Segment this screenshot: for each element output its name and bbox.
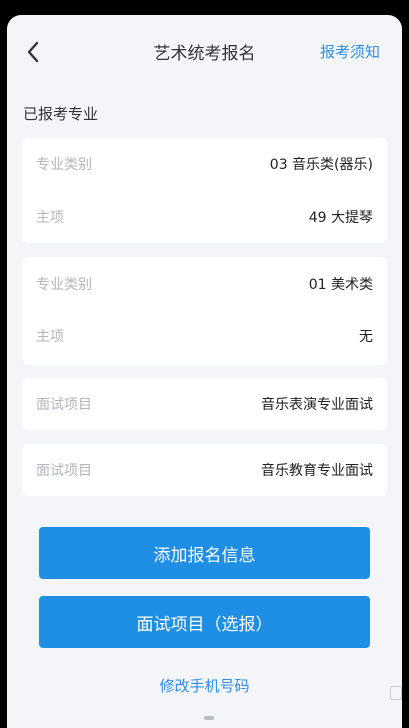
row-value: 03 音乐类(器乐) [269, 157, 373, 173]
back-button[interactable] [21, 37, 45, 67]
row-value: 音乐教育专业面试 [261, 463, 373, 479]
add-registration-button[interactable]: 添加报名信息 [39, 527, 370, 579]
info-row: 主项 49 大提琴 [22, 205, 387, 229]
row-label: 主项 [36, 329, 64, 345]
interview-card-1: 面试项目 音乐表演专业面试 [22, 378, 387, 430]
row-value: 无 [359, 329, 373, 345]
row-label: 面试项目 [36, 397, 92, 413]
row-label: 专业类别 [36, 277, 92, 293]
row-label: 主项 [36, 210, 64, 226]
row-label: 面试项目 [36, 463, 92, 479]
info-row: 专业类别 03 音乐类(器乐) [22, 152, 387, 176]
info-row: 面试项目 音乐表演专业面试 [22, 392, 387, 416]
row-value: 音乐表演专业面试 [261, 397, 373, 413]
major-card-2: 专业类别 01 美术类 主项 无 [22, 257, 387, 365]
section-title: 已报考专业 [23, 105, 99, 123]
info-row: 主项 无 [22, 324, 387, 348]
home-indicator[interactable] [204, 716, 214, 720]
major-card-1: 专业类别 03 音乐类(器乐) 主项 49 大提琴 [22, 138, 387, 243]
chevron-left-icon [27, 41, 39, 63]
row-value: 49 大提琴 [308, 210, 373, 226]
interview-select-button[interactable]: 面试项目（选报） [39, 596, 370, 648]
exam-notice-link[interactable]: 报考须知 [320, 41, 380, 62]
change-phone-link[interactable]: 修改手机号码 [7, 675, 402, 696]
corner-square-icon [390, 686, 402, 700]
app-window: 艺术统考报名 报考须知 已报考专业 专业类别 03 音乐类(器乐) 主项 49 … [7, 15, 402, 728]
nav-header: 艺术统考报名 报考须知 [7, 15, 402, 89]
info-row: 专业类别 01 美术类 [22, 272, 387, 296]
screen: 艺术统考报名 报考须知 已报考专业 专业类别 03 音乐类(器乐) 主项 49 … [0, 0, 409, 728]
row-value: 01 美术类 [308, 277, 373, 293]
row-label: 专业类别 [36, 157, 92, 173]
interview-card-2: 面试项目 音乐教育专业面试 [22, 444, 387, 496]
info-row: 面试项目 音乐教育专业面试 [22, 458, 387, 482]
